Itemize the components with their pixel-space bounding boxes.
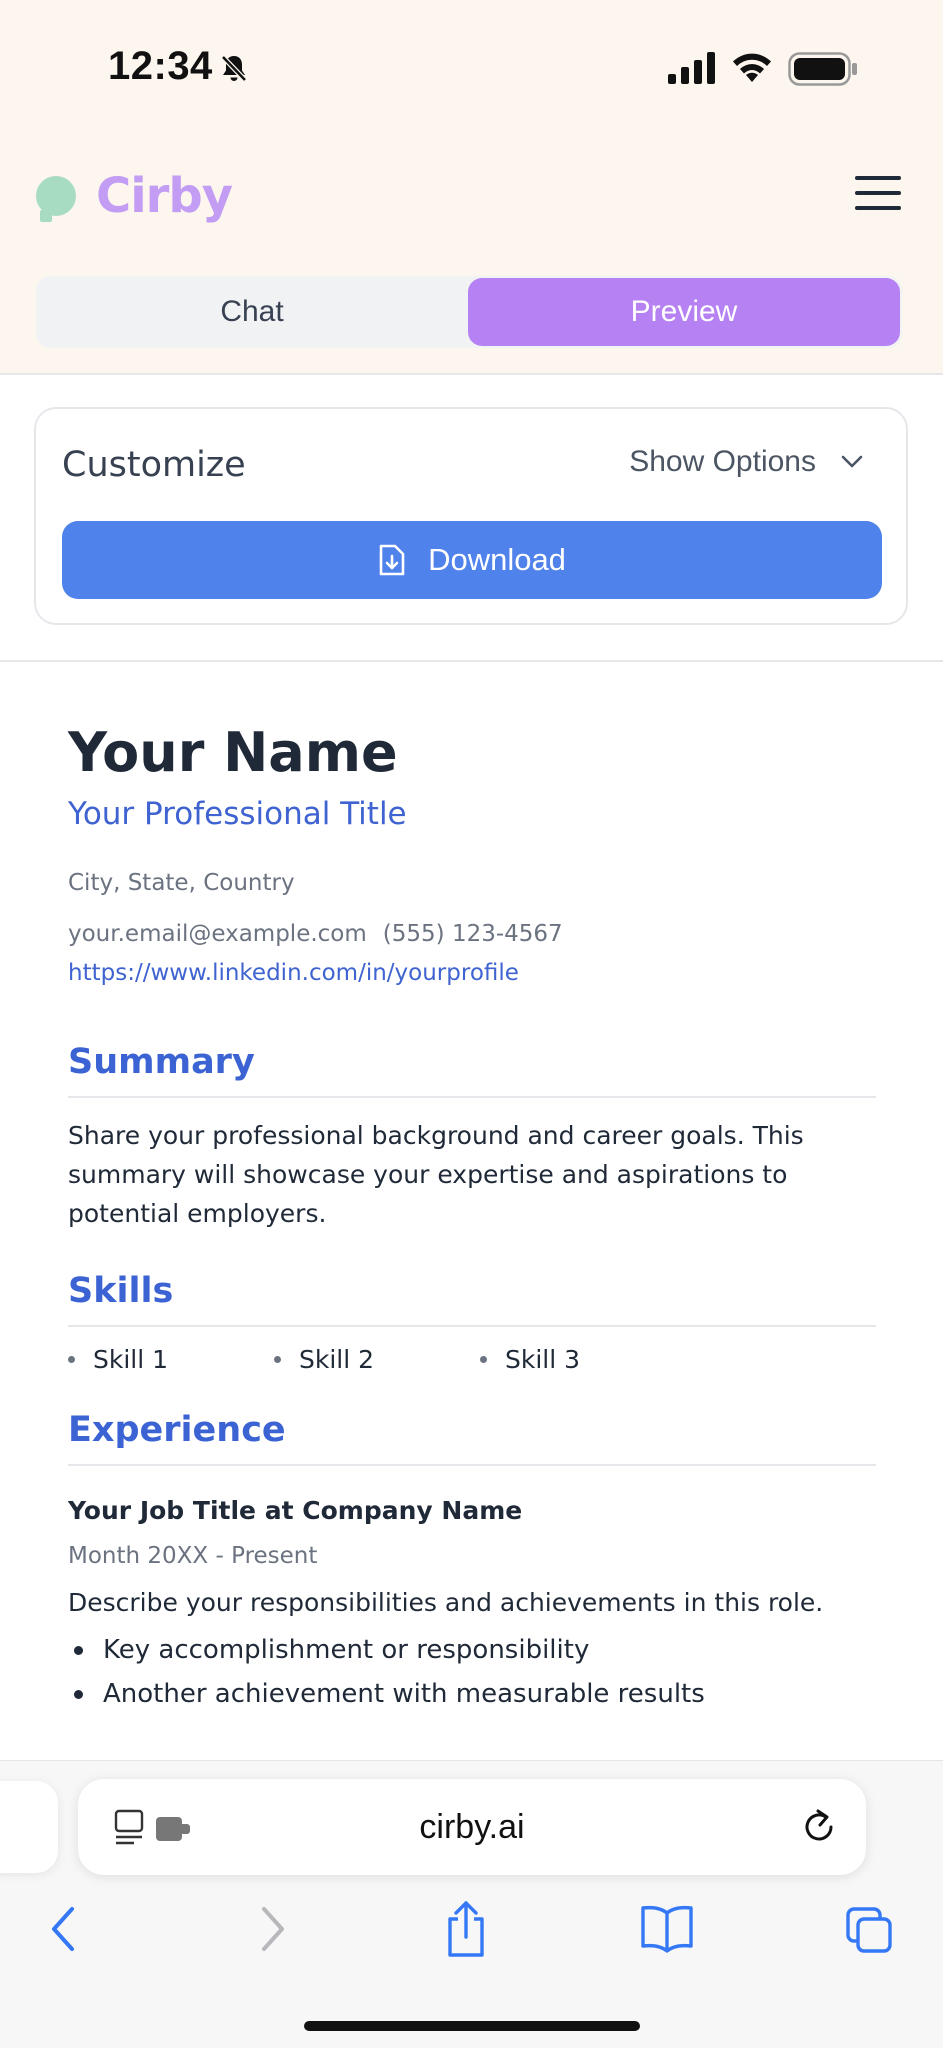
resume-location: City, State, Country [68,870,295,896]
skill-item: Skill 2 [274,1345,480,1374]
url-text: cirby.ai [419,1807,525,1846]
view-tabs: Chat Preview [36,276,902,348]
back-icon[interactable] [44,1899,84,1959]
tab-preview[interactable]: Preview [468,278,900,346]
resume-contact: your.email@example.com (555) 123-4567 [68,909,876,960]
reload-icon[interactable] [798,1805,840,1849]
chevron-down-icon [841,455,863,468]
app-header-area: 12:34 Cirby Chat Preview [0,0,943,373]
skills-heading: Skills [68,1271,876,1327]
job-title: Your Job Title [68,1496,256,1525]
browser-nav-row [0,1899,943,1979]
list-item: Another achievement with measurable resu… [68,1672,876,1716]
job-description: Describe your responsibilities and achie… [68,1588,824,1617]
tabs-icon[interactable] [844,1899,894,1959]
status-time: 12:34 [108,44,213,88]
forward-icon[interactable] [252,1899,292,1959]
bell-muted-icon [221,55,247,82]
browser-toolbar: cirby.ai [0,1760,943,2048]
skills-list: Skill 1 Skill 2 Skill 3 [68,1345,876,1374]
job-dates: Month 20XX - Present [68,1543,318,1569]
status-bar: 12:34 [0,0,943,140]
divider [0,660,943,662]
job-bullets: Key accomplishment or responsibility Ano… [68,1628,876,1716]
file-download-icon [379,544,405,576]
bookmarks-icon[interactable] [640,1899,694,1959]
battery-icon [788,52,857,86]
list-item: Key accomplishment or responsibility [68,1628,876,1672]
home-indicator [304,2021,640,2031]
skill-item: Skill 1 [68,1345,274,1374]
share-icon[interactable] [444,1899,488,1959]
tab-chat[interactable]: Chat [36,276,468,348]
brand-name: Cirby [96,168,233,224]
brand-logo[interactable]: Cirby [36,166,233,226]
wifi-icon [733,53,771,82]
job-at: at [264,1496,294,1525]
summary-text: Share your professional background and c… [68,1121,804,1228]
company-name: Company Name [302,1496,523,1525]
resume-preview: Your Name Your Professional Title City, … [68,718,876,1716]
resume-phone: (555) 123-4567 [382,921,563,947]
divider [0,373,943,375]
summary-heading: Summary [68,1042,876,1098]
resume-name: Your Name [68,721,398,784]
job-heading: Your Job Title at Company Name [68,1496,876,1525]
experience-heading: Experience [68,1410,876,1466]
resume-linkedin-link[interactable]: https://www.linkedin.com/in/yourprofile [68,960,876,986]
customize-card: Customize Show Options Download [34,407,908,625]
customize-title: Customize [62,445,246,485]
skill-item: Skill 3 [480,1345,686,1374]
cellular-signal-icon [668,52,715,84]
download-button[interactable]: Download [62,521,882,599]
chat-bubble-logo-icon [36,176,76,222]
show-options-label: Show Options [629,445,816,478]
hamburger-menu-icon[interactable] [855,172,901,214]
resume-email: your.email@example.com [68,921,367,947]
address-bar[interactable]: cirby.ai [78,1779,866,1875]
download-label: Download [428,542,566,577]
show-options-toggle[interactable]: Show Options [629,445,866,479]
resume-title: Your Professional Title [68,796,407,832]
previous-tab-peek[interactable] [0,1781,58,1873]
